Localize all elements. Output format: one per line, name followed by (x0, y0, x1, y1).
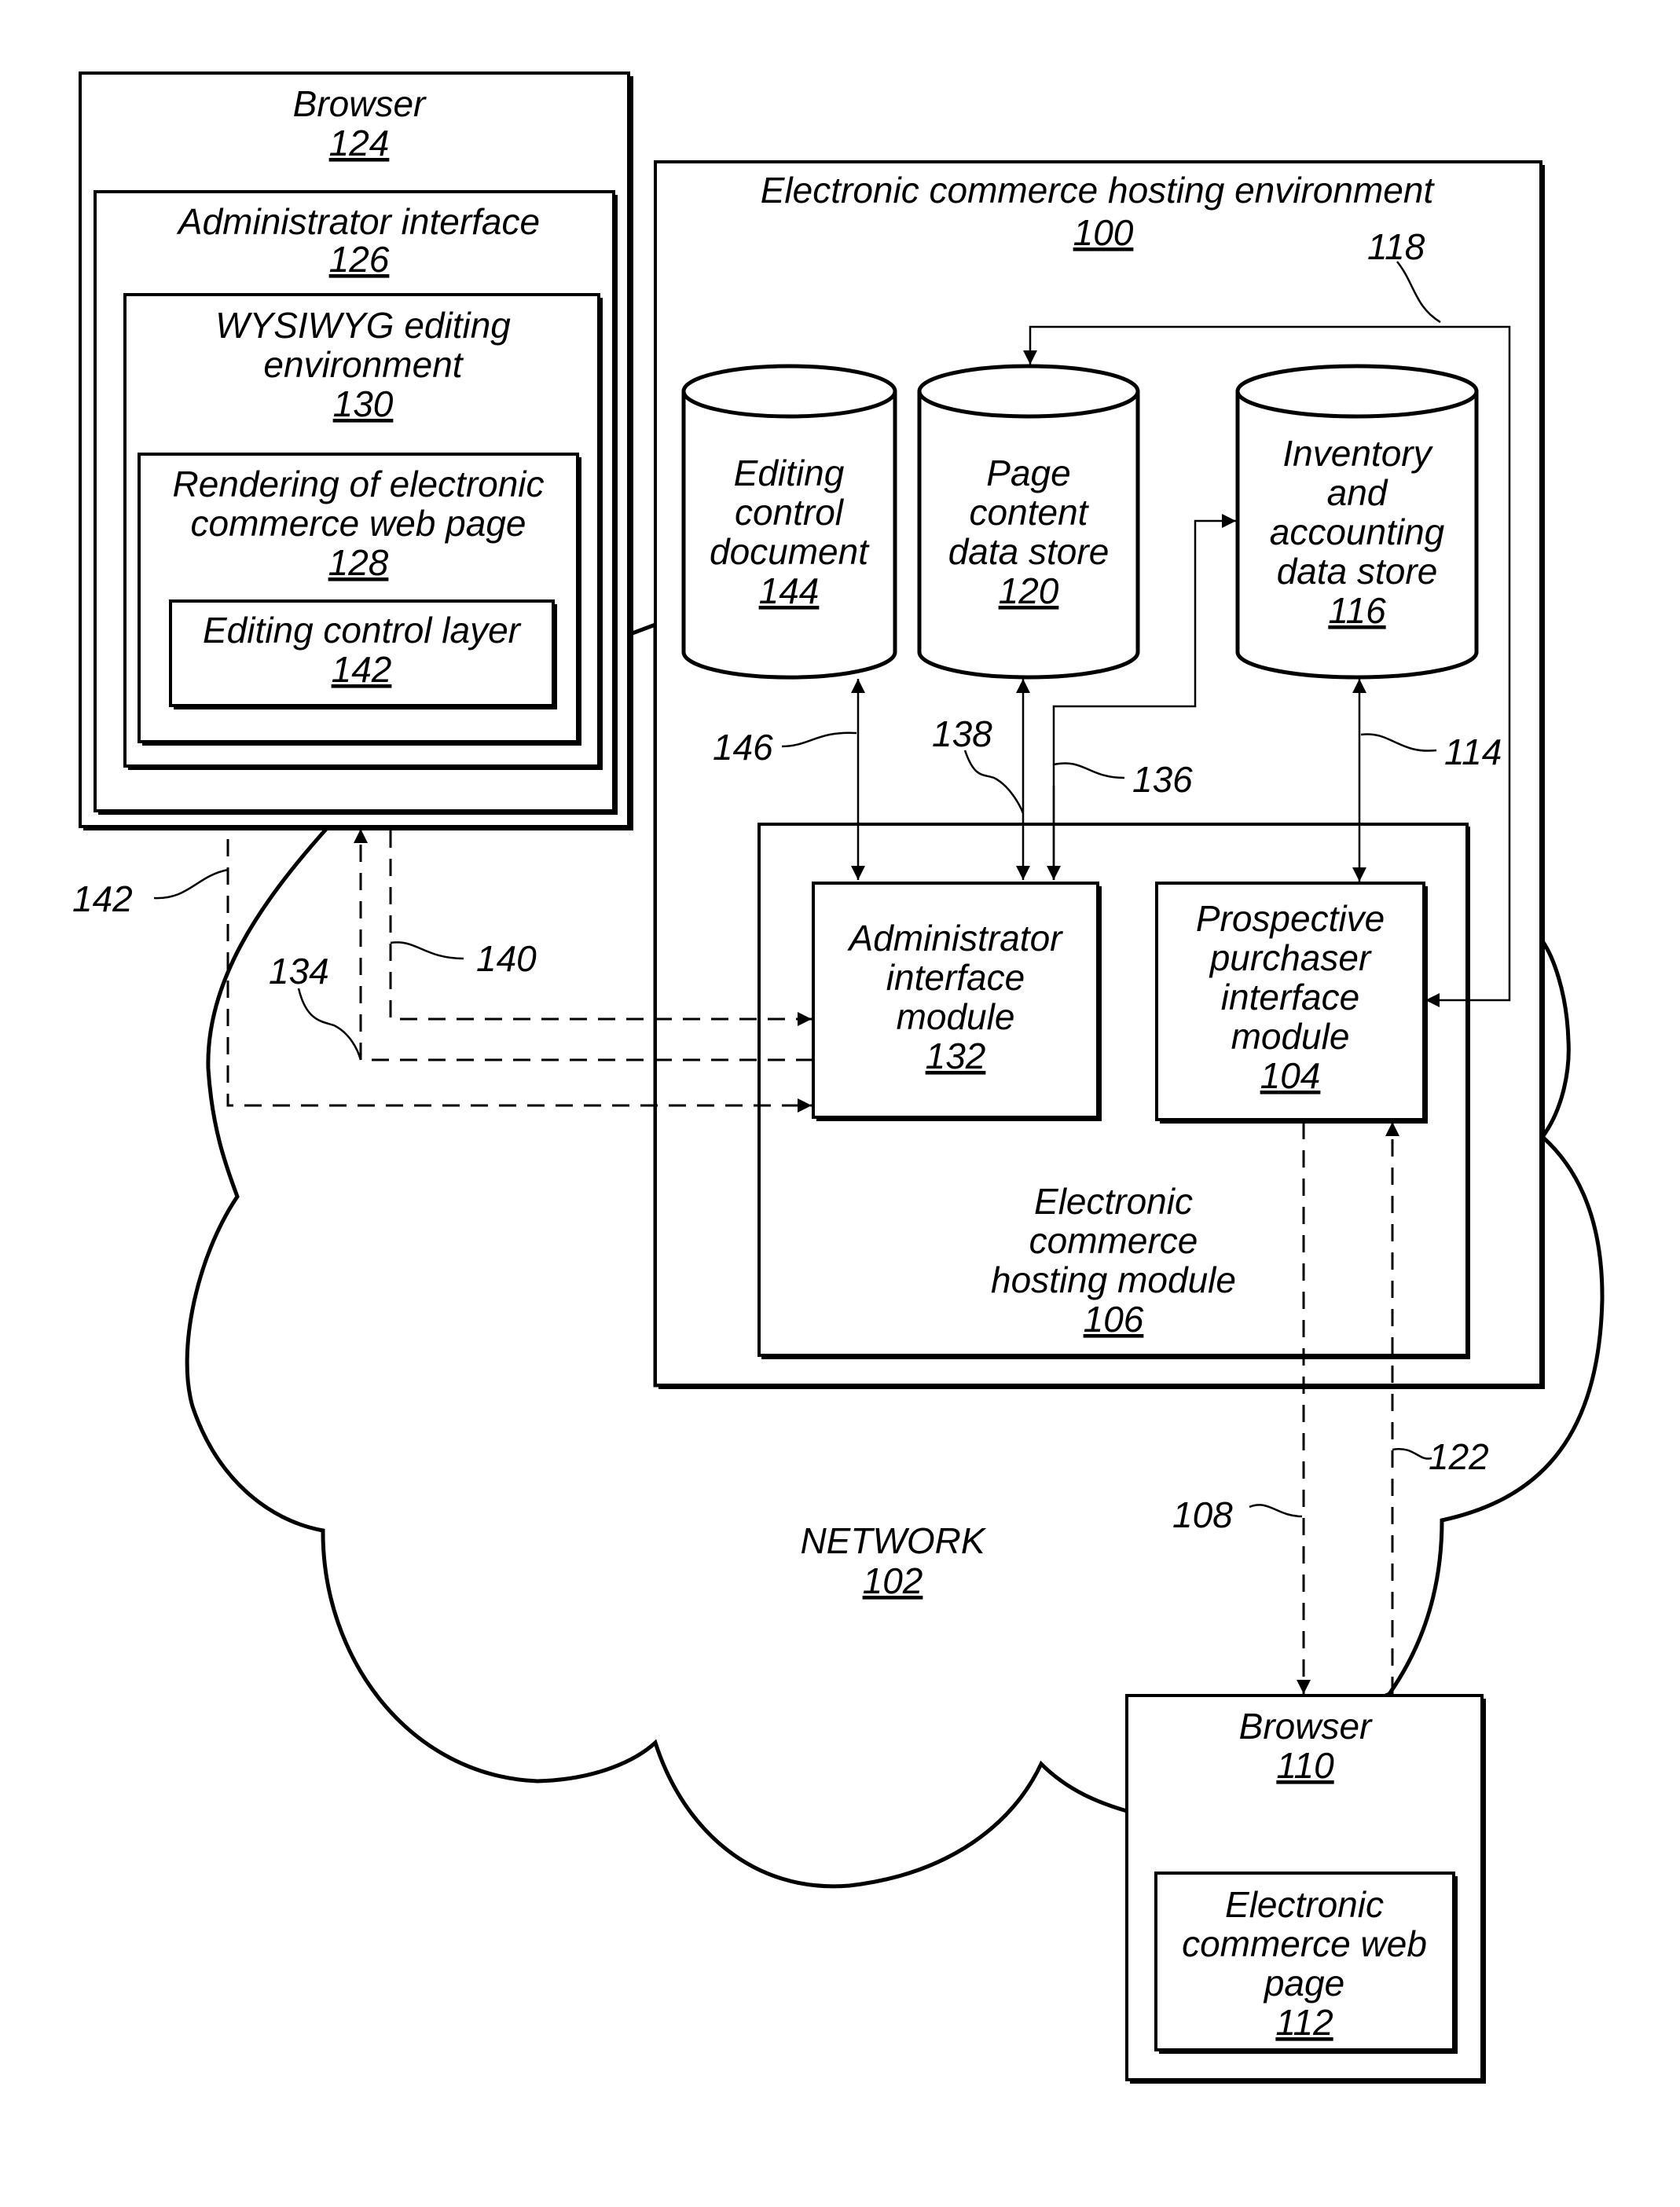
cyl-116-line: accounting (1270, 511, 1445, 552)
cyl-144-ref: 144 (759, 570, 820, 611)
hosting-module-line: commerce (1029, 1220, 1198, 1261)
purchaser-module-line: module (1231, 1016, 1350, 1057)
purchaser-module-line: Prospective (1196, 898, 1385, 939)
customer-browser: Browser 110 Electronic commerce web page… (1125, 1694, 1486, 2084)
admin-interface-ref: 126 (329, 239, 390, 280)
admin-module-line: module (897, 996, 1015, 1037)
editing-control-document-store: Editing control document 144 (681, 364, 897, 680)
cyl-120-line: Page (986, 453, 1070, 493)
callout-114: 114 (1444, 731, 1502, 772)
cyl-120-line: data store (948, 531, 1110, 572)
editing-layer-ref: 142 (332, 649, 392, 690)
ecommerce-web-page: Electronic commerce web page 112 (1154, 1872, 1458, 2054)
page-content-data-store: Page content data store 120 (917, 364, 1140, 680)
web-page-line: commerce web (1182, 1923, 1427, 1964)
cyl-116-line: Inventory (1282, 433, 1433, 474)
hosting-module-ref: 106 (1084, 1299, 1144, 1340)
callout-122: 122 (1429, 1436, 1489, 1477)
network-ref: 102 (863, 1560, 923, 1601)
web-page-line: Electronic (1225, 1884, 1384, 1925)
callout-138: 138 (932, 713, 992, 754)
rendering-line: commerce web page (191, 503, 526, 544)
network-label: NETWORK (800, 1520, 986, 1561)
callout-108: 108 (1172, 1494, 1233, 1535)
browser-110-label: Browser (1239, 1706, 1373, 1747)
purchaser-module-ref: 104 (1260, 1055, 1321, 1096)
callout-118: 118 (1367, 226, 1425, 267)
wysiwyg-ref: 130 (333, 383, 394, 424)
prospective-purchaser-interface-module: Prospective purchaser interface module 1… (1155, 882, 1428, 1124)
cyl-116-line: and (1327, 472, 1388, 513)
cyl-144-line: document (710, 531, 870, 572)
wysiwyg-line: environment (263, 344, 464, 385)
purchaser-module-line: interface (1221, 977, 1359, 1017)
inventory-accounting-data-store: Inventory and accounting data store 116 (1235, 364, 1479, 680)
callout-134: 134 (269, 951, 329, 992)
cyl-144-line: control (735, 492, 845, 533)
callout-140: 140 (476, 938, 537, 979)
editing-control-layer: Editing control layer 142 (169, 599, 557, 709)
cyl-120-line: content (970, 492, 1090, 533)
diagram-canvas: Electronic commerce hosting environment … (72, 71, 1605, 2084)
cyl-116-line: data store (1277, 551, 1438, 592)
administrator-browser: Browser 124 Administrator interface 126 … (79, 71, 633, 830)
admin-module-line: Administrator (847, 918, 1064, 959)
purchaser-module-line: purchaser (1209, 937, 1372, 978)
leader-142 (153, 868, 229, 900)
browser-110-ref: 110 (1276, 1745, 1334, 1786)
rendering-line: Rendering of electronic (172, 464, 544, 504)
callout-146: 146 (713, 727, 773, 768)
admin-module-ref: 132 (926, 1036, 986, 1076)
hosting-module-line: hosting module (991, 1259, 1236, 1300)
admin-module-line: interface (886, 957, 1025, 998)
hosting-environment-label: Electronic commerce hosting environment (761, 170, 1436, 211)
cyl-120-ref: 120 (999, 570, 1059, 611)
web-page-line: page (1263, 1963, 1344, 2004)
cyl-144-line: Editing (734, 453, 845, 493)
wysiwyg-line: WYSIWYG editing (215, 305, 511, 346)
cyl-116-ref: 116 (1328, 590, 1386, 631)
hosting-module-line: Electronic (1034, 1181, 1193, 1222)
admin-interface-label: Administrator interface (176, 201, 540, 242)
editing-layer-label: Editing control layer (203, 610, 522, 651)
callout-142: 142 (72, 878, 133, 919)
browser-124-ref: 124 (329, 123, 390, 163)
web-page-ref: 112 (1275, 2002, 1333, 2043)
browser-124-label: Browser (293, 83, 427, 124)
administrator-interface-module: Administrator interface module 132 (812, 882, 1102, 1121)
hosting-environment-ref: 100 (1073, 212, 1134, 253)
callout-136: 136 (1132, 759, 1193, 800)
rendering-ref: 128 (328, 542, 389, 583)
